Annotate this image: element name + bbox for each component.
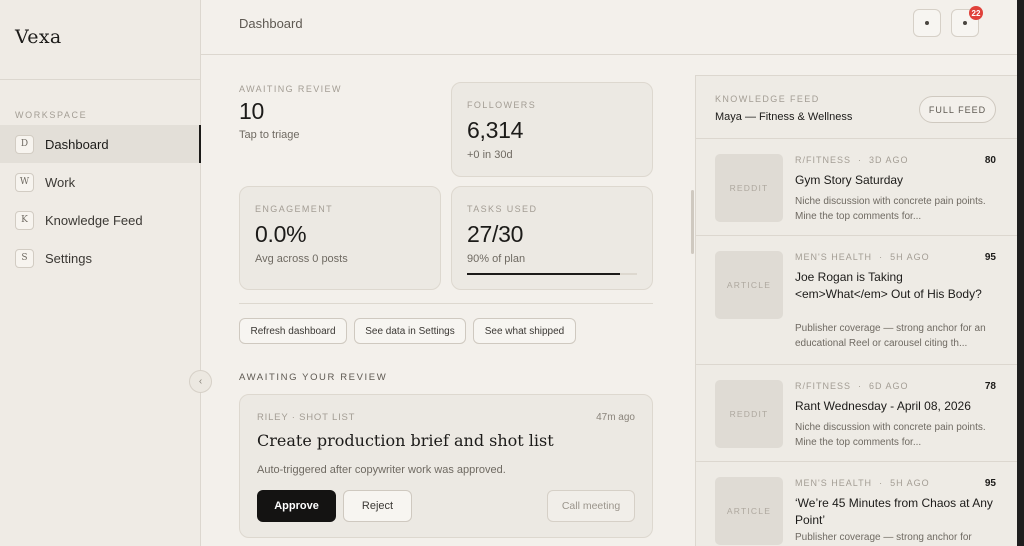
- stat-label: AWAITING REVIEW: [239, 84, 342, 94]
- topbar: Dashboard 22: [201, 0, 1017, 55]
- feed-source: MEN'S HEALTH · 5H AGO: [795, 478, 930, 488]
- stat-value: 10: [239, 98, 264, 124]
- feed-thumbnail: REDDIT: [715, 154, 783, 222]
- stat-label: TASKS USED: [467, 204, 538, 214]
- stat-followers: FOLLOWERS 6,314 +0 in 30d: [451, 82, 653, 177]
- feed-item[interactable]: REDDIT R/FITNESS · 6D AGO 78 Rant Wednes…: [696, 365, 1017, 462]
- chevron-left-icon: ‹: [198, 376, 203, 387]
- brand-logo[interactable]: Vexa: [15, 26, 61, 48]
- settings-key-icon: S: [15, 248, 34, 268]
- review-card: RILEY · SHOT LIST 47m ago Create product…: [239, 394, 653, 538]
- stat-sub: 90% of plan: [467, 253, 526, 265]
- review-card-description: Auto-triggered after copywriter work was…: [257, 464, 506, 476]
- feed-score: 95: [984, 478, 996, 489]
- feed-label: KNOWLEDGE FEED: [715, 94, 820, 104]
- feed-thumbnail: ARTICLE: [715, 477, 783, 545]
- feed-age: 3D AGO: [869, 155, 909, 165]
- workspace-label: WORKSPACE: [15, 110, 88, 120]
- sidebar-item-settings[interactable]: S Settings: [0, 239, 201, 277]
- sidebar-item-dashboard[interactable]: D Dashboard: [0, 125, 201, 163]
- stat-engagement: ENGAGEMENT 0.0% Avg across 0 posts: [239, 186, 441, 290]
- feed-header: KNOWLEDGE FEED Maya — Fitness & Wellness…: [696, 76, 1017, 139]
- feed-description: Publisher coverage — strong anchor for: [795, 532, 972, 543]
- see-what-shipped-button[interactable]: See what shipped: [473, 318, 576, 344]
- dot-icon: [925, 21, 929, 25]
- stat-sub: Avg across 0 posts: [255, 253, 348, 265]
- stat-value: 6,314: [467, 117, 524, 143]
- review-card-time: 47m ago: [596, 412, 635, 423]
- stat-sub: +0 in 30d: [467, 149, 513, 161]
- stat-awaiting-review[interactable]: AWAITING REVIEW 10 Tap to triage: [239, 84, 439, 141]
- stat-value: 27/30: [467, 221, 524, 247]
- feed-title: Gym Story Saturday: [795, 173, 904, 187]
- feed-description: Niche discussion with concrete pain poin…: [795, 196, 986, 222]
- stat-value: 0.0%: [255, 221, 307, 247]
- feed-source-name: MEN'S HEALTH: [795, 252, 873, 262]
- awaiting-review-heading: AWAITING YOUR REVIEW: [239, 372, 388, 383]
- feed-score: 95: [984, 252, 996, 263]
- review-card-title: Create production brief and shot list: [257, 431, 554, 450]
- stat-tasks-used: TASKS USED 27/30 90% of plan: [451, 186, 653, 290]
- feed-title: ‘We’re 45 Minutes from Chaos at Any Poin…: [795, 496, 993, 527]
- feed-source-name: MEN'S HEALTH: [795, 478, 873, 488]
- sidebar-item-label: Work: [45, 174, 76, 190]
- refresh-dashboard-button[interactable]: Refresh dashboard: [239, 318, 347, 344]
- feed-source-name: R/FITNESS: [795, 155, 852, 165]
- theme-button[interactable]: [913, 9, 941, 37]
- feed-age: 5H AGO: [890, 478, 930, 488]
- sidebar-item-knowledge-feed[interactable]: K Knowledge Feed: [0, 201, 201, 239]
- approve-button[interactable]: Approve: [257, 490, 336, 522]
- review-card-meta: RILEY · SHOT LIST: [257, 412, 356, 423]
- reject-button[interactable]: Reject: [343, 490, 412, 522]
- feed-source: MEN'S HEALTH · 5H AGO: [795, 252, 930, 262]
- collapse-sidebar-button[interactable]: ‹: [189, 370, 212, 393]
- tasks-progress-fill: [467, 273, 620, 275]
- main-divider: [239, 303, 653, 304]
- feed-thumbnail: REDDIT: [715, 380, 783, 448]
- feed-item[interactable]: REDDIT R/FITNESS · 3D AGO 80 Gym Story S…: [696, 139, 1017, 236]
- sidebar-divider: [0, 79, 201, 80]
- bell-icon: [963, 21, 967, 25]
- feed-item[interactable]: ARTICLE MEN'S HEALTH · 5H AGO 95 Joe Rog…: [696, 236, 1017, 365]
- sidebar-item-label: Dashboard: [45, 136, 109, 152]
- page-title: Dashboard: [239, 16, 303, 31]
- full-feed-button[interactable]: FULL FEED: [919, 96, 996, 123]
- notification-badge: 22: [969, 6, 983, 20]
- feed-item[interactable]: ARTICLE MEN'S HEALTH · 5H AGO 95 ‘We’re …: [696, 462, 1017, 546]
- feed-description: Publisher coverage — strong anchor for a…: [795, 323, 986, 349]
- tasks-progress-bar: [467, 273, 637, 275]
- work-key-icon: W: [15, 172, 34, 192]
- dashboard-key-icon: D: [15, 134, 34, 154]
- sidebar-item-label: Knowledge Feed: [45, 212, 143, 228]
- feed-thumbnail: ARTICLE: [715, 251, 783, 319]
- panel-resize-handle[interactable]: [691, 190, 694, 254]
- feed-title: Rant Wednesday - April 08, 2026: [795, 399, 971, 413]
- knowledge-key-icon: K: [15, 210, 34, 230]
- feed-age: 6D AGO: [869, 381, 909, 391]
- sidebar-nav: D Dashboard W Work K Knowledge Feed S Se…: [0, 125, 201, 277]
- notifications-button[interactable]: 22: [951, 6, 983, 37]
- sidebar: Vexa WORKSPACE D Dashboard W Work K Know…: [0, 0, 201, 546]
- sidebar-item-work[interactable]: W Work: [0, 163, 201, 201]
- feed-age: 5H AGO: [890, 252, 930, 262]
- feed-description: Niche discussion with concrete pain poin…: [795, 422, 986, 448]
- stat-sub: Tap to triage: [239, 129, 300, 141]
- sidebar-item-label: Settings: [45, 250, 92, 266]
- feed-score: 78: [984, 381, 996, 392]
- feed-subtitle: Maya — Fitness & Wellness: [715, 111, 853, 123]
- call-meeting-button[interactable]: Call meeting: [547, 490, 635, 522]
- stat-label: ENGAGEMENT: [255, 204, 334, 214]
- feed-source: R/FITNESS · 6D AGO: [795, 381, 909, 391]
- see-data-in-settings-button[interactable]: See data in Settings: [354, 318, 466, 344]
- knowledge-feed-panel: KNOWLEDGE FEED Maya — Fitness & Wellness…: [695, 75, 1017, 546]
- feed-score: 80: [984, 155, 996, 166]
- window-scrollbar[interactable]: [1017, 0, 1024, 546]
- feed-source-name: R/FITNESS: [795, 381, 852, 391]
- feed-title: Joe Rogan is Taking <em>What</em> Out of…: [795, 270, 982, 301]
- stat-label: FOLLOWERS: [467, 100, 537, 110]
- feed-source: R/FITNESS · 3D AGO: [795, 155, 909, 165]
